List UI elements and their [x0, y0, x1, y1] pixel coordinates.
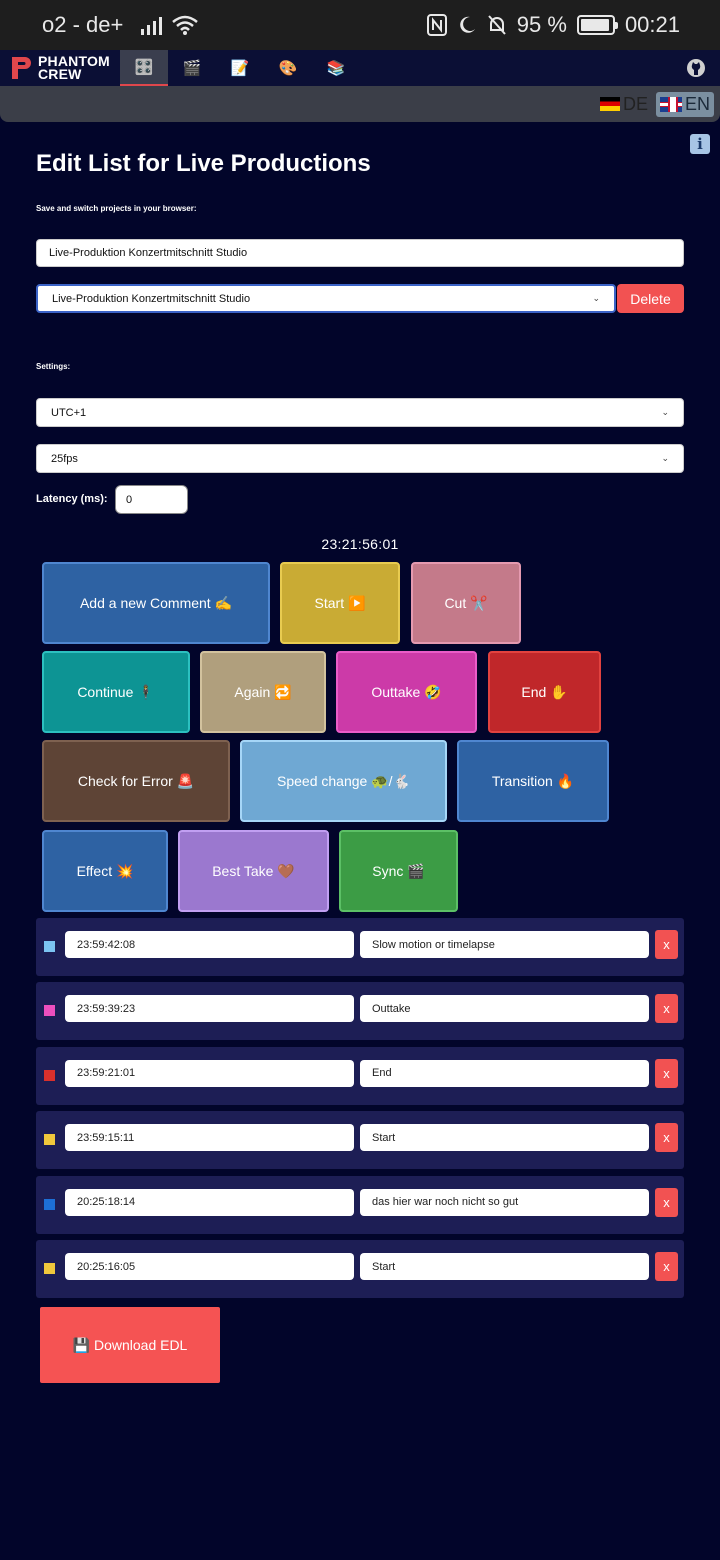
remove-entry-button[interactable]: x — [655, 1187, 678, 1217]
bell-off-icon — [488, 15, 506, 35]
status-bar: o2 - de+ 95 % 00:21 — [0, 0, 720, 50]
marker-color-swatch — [44, 1005, 55, 1017]
top-nav: PHANTOM CREW 🎛️ 🎬 📝 🎨 📚 — [0, 50, 720, 86]
lang-en-label: EN — [684, 93, 710, 114]
timezone-select-value: UTC+1 — [51, 406, 87, 419]
marker-color-swatch — [44, 1134, 55, 1146]
uk-flag-icon — [659, 96, 682, 112]
lang-de-label: DE — [622, 93, 648, 114]
marker-button[interactable]: Outtake 🤣 — [336, 651, 477, 733]
battery-icon — [576, 15, 618, 35]
entry-comment-input[interactable]: Start — [360, 1124, 649, 1152]
logo[interactable]: PHANTOM CREW — [0, 54, 120, 82]
settings-label: Settings: — [36, 362, 71, 371]
marker-color-swatch — [44, 1263, 55, 1274]
lang-en-button[interactable]: EN — [655, 91, 714, 117]
remove-entry-button[interactable]: x — [655, 1123, 678, 1153]
chevron-down-icon: ⌄ — [661, 453, 669, 463]
tab-clapper[interactable]: 🎬 — [168, 50, 216, 86]
clock-time: 00:21 — [624, 12, 680, 37]
fps-select-value: 25fps — [51, 452, 78, 465]
marker-button[interactable]: Transition 🔥 — [457, 740, 609, 822]
entry-comment-input[interactable]: Slow motion or timelapse — [360, 931, 649, 958]
marker-button[interactable]: Continue 🕴️ — [42, 651, 190, 733]
phantom-crew-logo-icon — [12, 57, 31, 79]
entry-comment-input[interactable]: Outtake — [360, 995, 649, 1023]
projects-label: Save and switch projects in your browser… — [36, 204, 197, 213]
remove-entry-button[interactable]: x — [655, 994, 678, 1024]
edl-entry-row: 20:25:18:14 das hier war noch nicht so gu… — [36, 1175, 684, 1234]
latency-input[interactable]: 0 — [115, 485, 188, 514]
edl-entry-row: 23:59:15:11 Start x — [36, 1111, 684, 1170]
info-icon[interactable]: i — [690, 134, 710, 154]
tab-notes[interactable]: 📝 — [216, 50, 264, 86]
marker-button[interactable]: Add a new Comment ✍️ — [42, 562, 270, 644]
marker-color-swatch — [44, 941, 55, 952]
wifi-icon — [172, 15, 199, 35]
battery-percent: 95 % — [516, 12, 567, 37]
moon-icon — [459, 16, 475, 33]
language-bar: DE EN — [0, 86, 720, 122]
marker-color-swatch — [44, 1069, 55, 1081]
project-select-value: Live-Produktion Konzertmitschnitt Studio — [52, 292, 251, 305]
current-timecode: 23:21:56:01 — [321, 536, 399, 552]
remove-entry-button[interactable]: x — [655, 1252, 678, 1281]
latency-label: Latency (ms): — [36, 493, 108, 505]
entry-timecode-input[interactable]: 23:59:39:23 — [65, 995, 354, 1023]
remove-entry-button[interactable]: x — [655, 930, 678, 959]
entry-timecode-input[interactable]: 23:59:21:01 — [65, 1059, 354, 1087]
marker-button[interactable]: Cut ✂️ — [411, 562, 521, 644]
page-title: Edit List for Live Productions — [36, 150, 371, 177]
entry-timecode-input[interactable]: 20:25:18:14 — [65, 1188, 354, 1216]
marker-button[interactable]: Effect 💥 — [42, 830, 168, 912]
delete-project-button[interactable]: Delete — [617, 284, 684, 313]
tab-edl[interactable]: 🎛️ — [120, 50, 168, 86]
remove-entry-button[interactable]: x — [655, 1058, 678, 1088]
tab-books[interactable]: 📚 — [312, 50, 360, 86]
marker-button[interactable]: Best Take 🤎 — [178, 830, 329, 912]
edl-entry-row: 20:25:16:05 Start x — [36, 1240, 684, 1298]
entry-timecode-input[interactable]: 20:25:16:05 — [65, 1253, 354, 1280]
chevron-down-icon: ⌄ — [661, 407, 669, 417]
edl-entry-row: 23:59:21:01 End x — [36, 1046, 684, 1105]
project-select[interactable]: Live-Produktion Konzertmitschnitt Studio… — [36, 284, 616, 313]
marker-button[interactable]: Check for Error 🚨 — [42, 740, 230, 822]
entry-comment-input[interactable]: Start — [360, 1253, 649, 1280]
logo-line2: CREW — [38, 66, 82, 82]
entry-timecode-input[interactable]: 23:59:42:08 — [65, 931, 354, 958]
carrier-label: o2 - de+ — [42, 12, 124, 37]
project-name-input[interactable]: Live-Produktion Konzertmitschnitt Studio — [36, 239, 684, 267]
entry-comment-input[interactable]: das hier war noch nicht so gut — [360, 1188, 649, 1216]
marker-button[interactable]: End ✋ — [488, 651, 601, 733]
timezone-select[interactable]: UTC+1 ⌄ — [36, 398, 684, 427]
tab-palette[interactable]: 🎨 — [264, 50, 312, 86]
github-icon[interactable] — [678, 50, 714, 86]
german-flag-icon — [599, 97, 620, 111]
entry-comment-input[interactable]: End — [360, 1059, 649, 1087]
fps-select[interactable]: 25fps ⌄ — [36, 444, 684, 473]
edl-entry-row: 23:59:39:23 Outtake x — [36, 982, 684, 1041]
marker-color-swatch — [44, 1198, 55, 1210]
marker-button[interactable]: Start ▶️ — [280, 562, 400, 644]
entry-timecode-input[interactable]: 23:59:15:11 — [65, 1124, 354, 1152]
lang-de-button[interactable]: DE — [596, 92, 652, 117]
marker-button[interactable]: Speed change 🐢/🐇 — [240, 740, 447, 822]
download-edl-button[interactable]: 💾 Download EDL — [40, 1307, 220, 1383]
marker-button[interactable]: Again 🔁 — [200, 651, 326, 733]
chevron-down-icon: ⌄ — [592, 293, 600, 303]
signal-icon — [141, 15, 163, 35]
marker-button[interactable]: Sync 🎬 — [339, 830, 458, 912]
edl-entry-row: 23:59:42:08 Slow motion or timelapse x — [36, 918, 684, 976]
nfc-icon — [426, 14, 447, 36]
